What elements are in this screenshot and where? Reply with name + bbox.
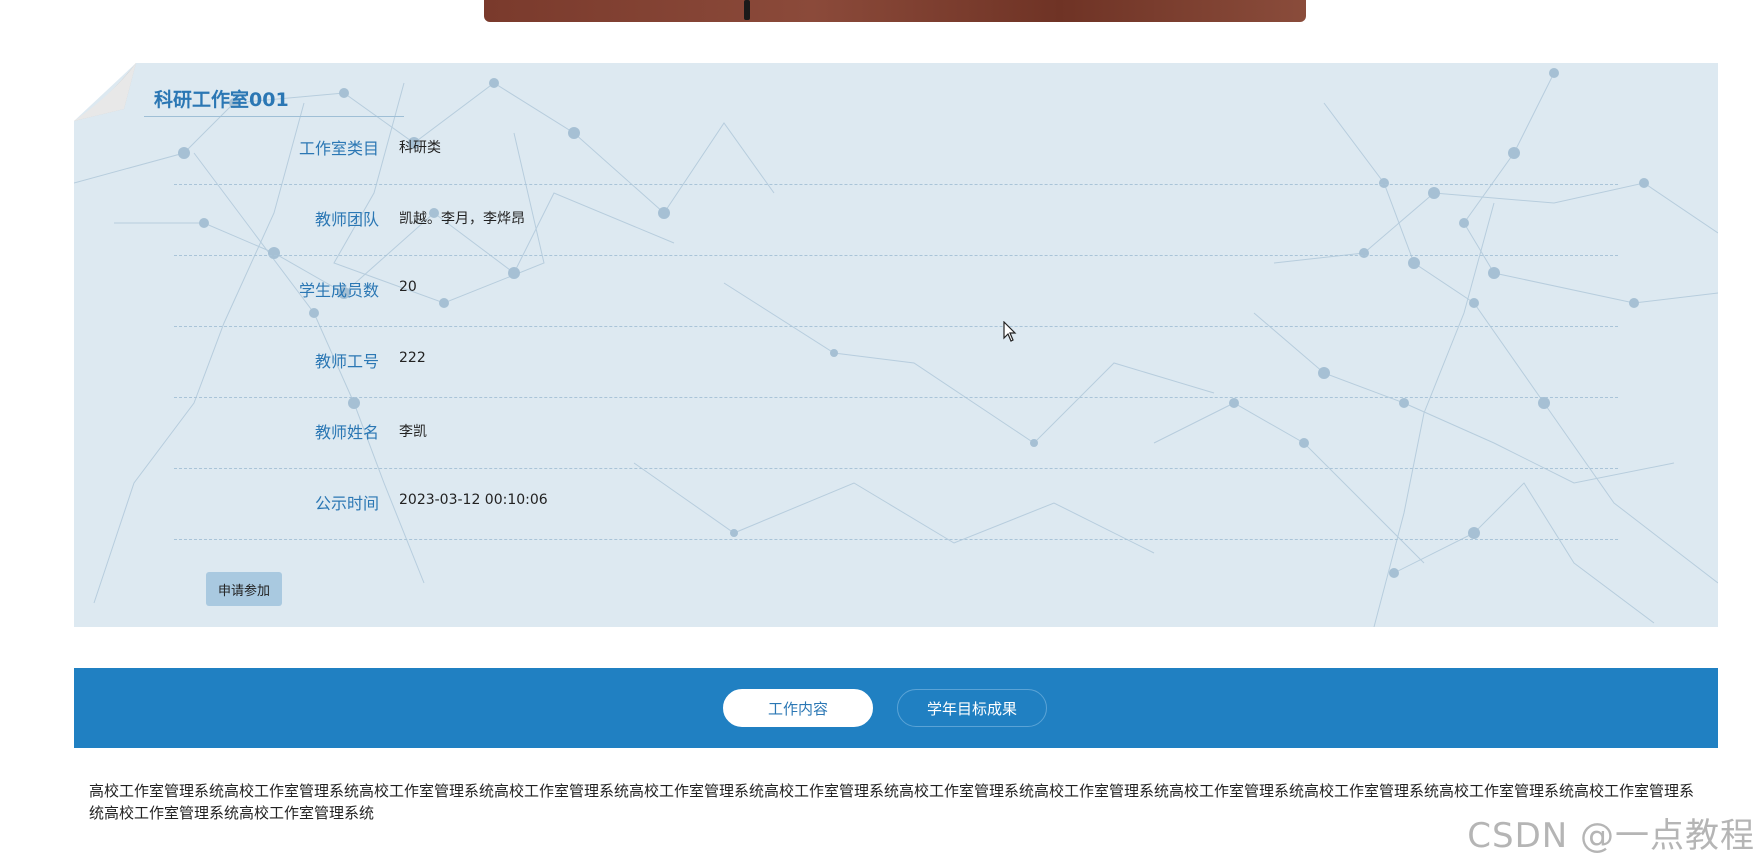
field-row-publish-time: 公示时间 2023-03-12 00:10:06 [174,468,1618,540]
field-label: 公示时间 [314,494,379,513]
watermark: CSDN @一点教程 [1467,816,1755,856]
studio-info-panel: 科研工作室001 工作室类目 科研类 教师团队 凯越。李月，李烨昂 学生成员数 … [74,63,1718,627]
banner-image-detail [744,0,750,20]
field-value: 20 [399,279,417,295]
field-label: 教师姓名 [314,423,379,442]
field-value: 科研类 [399,140,441,156]
field-row-teacher-name: 教师姓名 李凯 [174,397,1618,469]
page-curl-icon [74,63,136,121]
field-row-teacher-id: 教师工号 222 [174,326,1618,398]
field-row-category: 工作室类目 科研类 [174,113,1618,185]
tab-work-content[interactable]: 工作内容 [723,689,873,727]
field-label: 学生成员数 [298,281,379,300]
field-value: 李凯 [399,424,427,440]
tab-annual-goals[interactable]: 学年目标成果 [897,689,1047,727]
field-value: 2023-03-12 00:10:06 [399,492,548,508]
work-content-text: 高校工作室管理系统高校工作室管理系统高校工作室管理系统高校工作室管理系统高校工作… [89,782,1695,822]
field-label: 工作室类目 [298,139,379,158]
field-label: 教师团队 [314,210,379,229]
field-value: 凯越。李月，李烨昂 [399,211,525,227]
apply-join-button[interactable]: 申请参加 [206,572,282,606]
content-tab-bar: 工作内容 学年目标成果 [74,668,1718,748]
field-row-student-count: 学生成员数 20 [174,255,1618,327]
field-value: 222 [399,350,426,366]
field-row-teacher-team: 教师团队 凯越。李月，李烨昂 [174,184,1618,256]
studio-title: 科研工作室001 [154,89,289,111]
banner-image [484,0,1306,22]
field-label: 教师工号 [314,352,379,371]
mouse-cursor-icon [1003,321,1017,342]
